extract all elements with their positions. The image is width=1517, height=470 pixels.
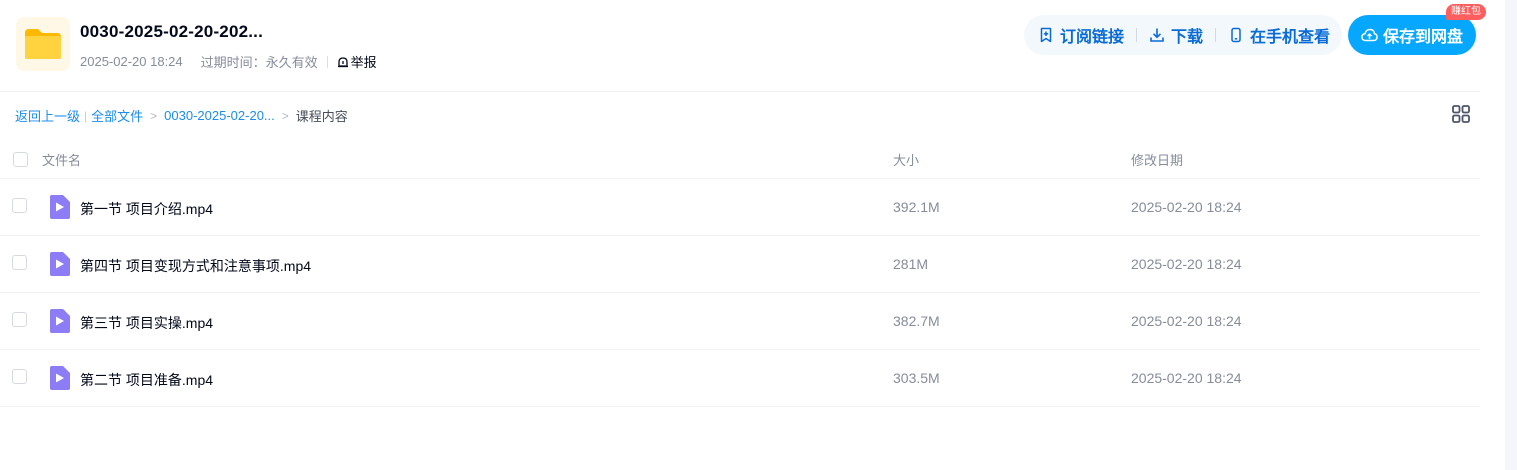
file-size: 303.5M (893, 370, 940, 386)
red-packet-badge: 赚红包 (1446, 4, 1486, 20)
meta-divider (326, 55, 328, 68)
scrollbar[interactable] (1505, 0, 1517, 470)
row-checkbox[interactable] (12, 198, 27, 213)
file-date: 2025-02-20 18:24 (1131, 370, 1242, 386)
row-checkbox[interactable] (12, 312, 27, 327)
share-date: 2025-02-20 18:24 (80, 54, 183, 69)
select-all-checkbox[interactable] (13, 152, 28, 167)
subscribe-label: 订阅链接 (1060, 29, 1125, 46)
phone-view-label: 在手机查看 (1250, 29, 1331, 46)
share-meta: 2025-02-20 18:24 过期时间：永久有效 举报 (80, 52, 377, 71)
download-button[interactable]: 下载 (1149, 23, 1203, 47)
header-name: 文件名 (42, 153, 82, 168)
view-on-phone-button[interactable]: 在手机查看 (1228, 23, 1330, 47)
table-row[interactable]: 第二节 项目准备.mp4 303.5M 2025-02-20 18:24 (0, 350, 1480, 407)
report-label: 举报 (350, 55, 377, 70)
file-size: 281M (893, 256, 929, 272)
subscribe-link-button[interactable]: 订阅链接 (1038, 23, 1124, 47)
expire-text: 过期时间：永久有效 (200, 55, 318, 70)
breadcrumb-divider: | (84, 108, 88, 123)
breadcrumb: 返回上一级 | 全部文件 > 0030-2025-02-20... > 课程内容 (15, 106, 348, 125)
cloud-upload-icon (1361, 28, 1378, 41)
file-date: 2025-02-20 18:24 (1131, 199, 1242, 215)
file-name[interactable]: 第二节 项目准备.mp4 (80, 370, 213, 390)
action-divider (1136, 28, 1138, 42)
action-divider (1215, 28, 1217, 42)
file-name[interactable]: 第四节 项目变现方式和注意事项.mp4 (80, 256, 311, 276)
download-icon (1150, 28, 1164, 42)
file-date: 2025-02-20 18:24 (1131, 313, 1242, 329)
phone-icon (1231, 27, 1241, 43)
row-checkbox[interactable] (12, 255, 27, 270)
share-title: 0030-2025-02-20-202... (80, 22, 264, 41)
row-checkbox[interactable] (12, 369, 27, 384)
video-icon (50, 195, 70, 219)
bookmark-plus-icon (1040, 27, 1052, 43)
save-label: 保存到网盘 (1382, 29, 1463, 46)
file-size: 382.7M (893, 313, 940, 329)
table-row[interactable]: 第四节 项目变现方式和注意事项.mp4 281M 2025-02-20 18:2… (0, 236, 1480, 293)
file-size: 392.1M (893, 199, 940, 215)
video-icon (50, 309, 70, 333)
share-page: 0030-2025-02-20-202... 2025-02-20 18:24 … (0, 0, 1517, 470)
header-date: 修改日期 (1131, 153, 1184, 168)
share-header: 0030-2025-02-20-202... 2025-02-20 18:24 … (0, 0, 1486, 92)
current-folder: 课程内容 (295, 109, 348, 124)
parent-folder-link[interactable]: 0030-2025-02-20... (164, 108, 275, 123)
alarm-icon (337, 56, 348, 67)
save-to-netdisk-button[interactable]: 保存到网盘 (1348, 15, 1476, 55)
video-icon (50, 366, 70, 390)
breadcrumb-separator: > (281, 108, 289, 123)
action-group: 订阅链接 下载 在手机查看 (1024, 15, 1342, 55)
all-files-link[interactable]: 全部文件 (91, 106, 143, 125)
table-header: 文件名 大小 修改日期 (0, 140, 1480, 179)
table-row[interactable]: 第一节 项目介绍.mp4 392.1M 2025-02-20 18:24 (0, 179, 1480, 236)
report-button[interactable]: 举报 (337, 52, 377, 71)
file-date: 2025-02-20 18:24 (1131, 256, 1242, 272)
breadcrumb-separator: > (150, 108, 158, 123)
table-row[interactable]: 第三节 项目实操.mp4 382.7M 2025-02-20 18:24 (0, 293, 1480, 350)
grid-view-icon[interactable] (1451, 104, 1471, 124)
download-label: 下载 (1171, 29, 1204, 46)
header-size: 大小 (893, 153, 920, 168)
back-link[interactable]: 返回上一级 (15, 106, 80, 125)
file-name[interactable]: 第三节 项目实操.mp4 (80, 313, 213, 333)
folder-icon (16, 17, 70, 71)
file-name[interactable]: 第一节 项目介绍.mp4 (80, 199, 213, 219)
video-icon (50, 252, 70, 276)
